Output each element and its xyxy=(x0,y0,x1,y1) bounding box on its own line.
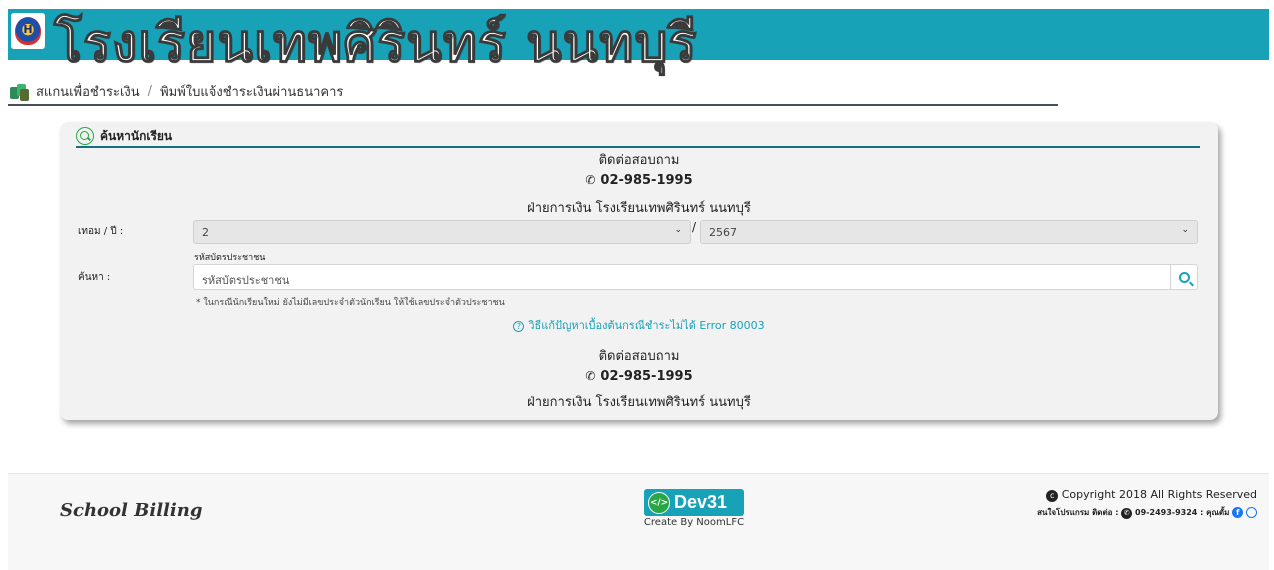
dev31-logo[interactable]: </> Dev31 xyxy=(644,489,744,516)
help-link-text[interactable]: วิธีแก้ปัญหาเบื้องต้นกรณีชำระไม่ได้ Erro… xyxy=(528,319,764,332)
contact-phone-number: 02-985-1995 xyxy=(600,369,693,384)
breadcrumb: สแกนเพื่อชำระเงิน / พิมพ์ใบแจ้งชำระเงินผ… xyxy=(8,78,1058,106)
breadcrumb-current: พิมพ์ใบแจ้งชำระเงินผ่านธนาคาร xyxy=(160,84,344,100)
developer-name: คุณตั้ม xyxy=(1206,508,1230,517)
phone-icon: ✆ xyxy=(585,369,596,383)
dev31-logo-text: Dev31 xyxy=(674,492,728,512)
copyright-text: Copyright 2018 All Rights Reserved xyxy=(1061,488,1257,501)
help-link-error[interactable]: ? วิธีแก้ปัญหาเบื้องต้นกรณีชำระไม่ได้ Err… xyxy=(60,316,1218,334)
magnifier-icon xyxy=(1178,271,1190,283)
copyright-block: c Copyright 2018 All Rights Reserved สนใ… xyxy=(1037,488,1257,519)
search-icon xyxy=(76,127,94,145)
breadcrumb-separator: / xyxy=(147,83,153,99)
search-button[interactable] xyxy=(1170,264,1198,290)
card-title: ค้นหานักเรียน xyxy=(100,128,173,143)
contact-prefix: สนใจโปรแกรม ติดต่อ : xyxy=(1037,508,1119,517)
new-student-note: * ในกรณีนักเรียนใหม่ ยังไม่มีเลขประจำตัว… xyxy=(196,298,505,308)
money-icon xyxy=(8,81,30,101)
contact-phone: ✆ 02-985-1995 xyxy=(60,367,1218,386)
contact-name-separator: : xyxy=(1200,508,1204,517)
school-name-title: โรงเรียนเทพศิรินทร์ นนทบุรี xyxy=(53,13,698,74)
contact-phone: ✆ 02-985-1995 xyxy=(60,171,1218,190)
copyright-line: c Copyright 2018 All Rights Reserved xyxy=(1037,488,1257,502)
code-icon: </> xyxy=(648,491,670,514)
developer-phone: 09-2493-9324 xyxy=(1135,508,1198,517)
school-logo xyxy=(11,13,45,49)
contact-info-top: ติดต่อสอบถาม ✆ 02-985-1995 ฝ่ายการเงิน โร… xyxy=(60,152,1218,218)
year-select[interactable]: 2567 ⌄ xyxy=(700,220,1198,244)
contact-title: ติดต่อสอบถาม xyxy=(598,153,680,168)
search-input[interactable]: รหัสบัตรประชาชน xyxy=(193,264,1171,290)
search-input-placeholder: รหัสบัตรประชาชน xyxy=(202,274,290,287)
term-select[interactable]: 2 ⌄ xyxy=(193,220,691,244)
globe-icon[interactable] xyxy=(1246,507,1257,518)
term-select-value: 2 xyxy=(202,226,209,239)
contact-title: ติดต่อสอบถาม xyxy=(598,349,680,364)
phone-icon: ✆ xyxy=(1121,508,1133,519)
id-hint-label: รหัสบัตรประชาชน xyxy=(194,253,266,263)
search-student-card: ค้นหานักเรียน ติดต่อสอบถาม ✆ 02-985-1995 … xyxy=(60,122,1218,420)
dev-credit: Create By NoomLFC xyxy=(643,517,745,528)
facebook-icon[interactable]: f xyxy=(1232,507,1244,518)
term-year-label: เทอม / ปี : xyxy=(78,226,124,237)
school-crest-icon xyxy=(15,17,41,45)
card-header: ค้นหานักเรียน xyxy=(76,126,1200,148)
search-label: ค้นหา : xyxy=(78,272,111,283)
phone-icon: ✆ xyxy=(585,173,596,187)
chevron-down-icon: ⌄ xyxy=(1181,225,1189,235)
developer-contact-line: สนใจโปรแกรม ติดต่อ : ✆ 09-2493-9324 : คุ… xyxy=(1037,506,1257,519)
breadcrumb-link-scan[interactable]: สแกนเพื่อชำระเงิน xyxy=(36,81,140,102)
footer: School Billing </> Dev31 Create By NoomL… xyxy=(8,473,1269,570)
contact-phone-number: 02-985-1995 xyxy=(600,173,693,188)
copyright-icon: c xyxy=(1046,490,1059,502)
contact-department: ฝ่ายการเงิน โรงเรียนเทพศิรินทร์ นนทบุรี xyxy=(527,395,751,410)
chevron-down-icon: ⌄ xyxy=(674,225,682,235)
contact-info-bottom: ติดต่อสอบถาม ✆ 02-985-1995 ฝ่ายการเงิน โร… xyxy=(60,348,1218,412)
year-select-value: 2567 xyxy=(709,226,737,239)
footer-brand: School Billing xyxy=(60,500,203,521)
question-icon: ? xyxy=(513,321,525,332)
contact-department: ฝ่ายการเงิน โรงเรียนเทพศิรินทร์ นนทบุรี xyxy=(527,201,751,216)
term-year-separator: / xyxy=(692,220,697,234)
